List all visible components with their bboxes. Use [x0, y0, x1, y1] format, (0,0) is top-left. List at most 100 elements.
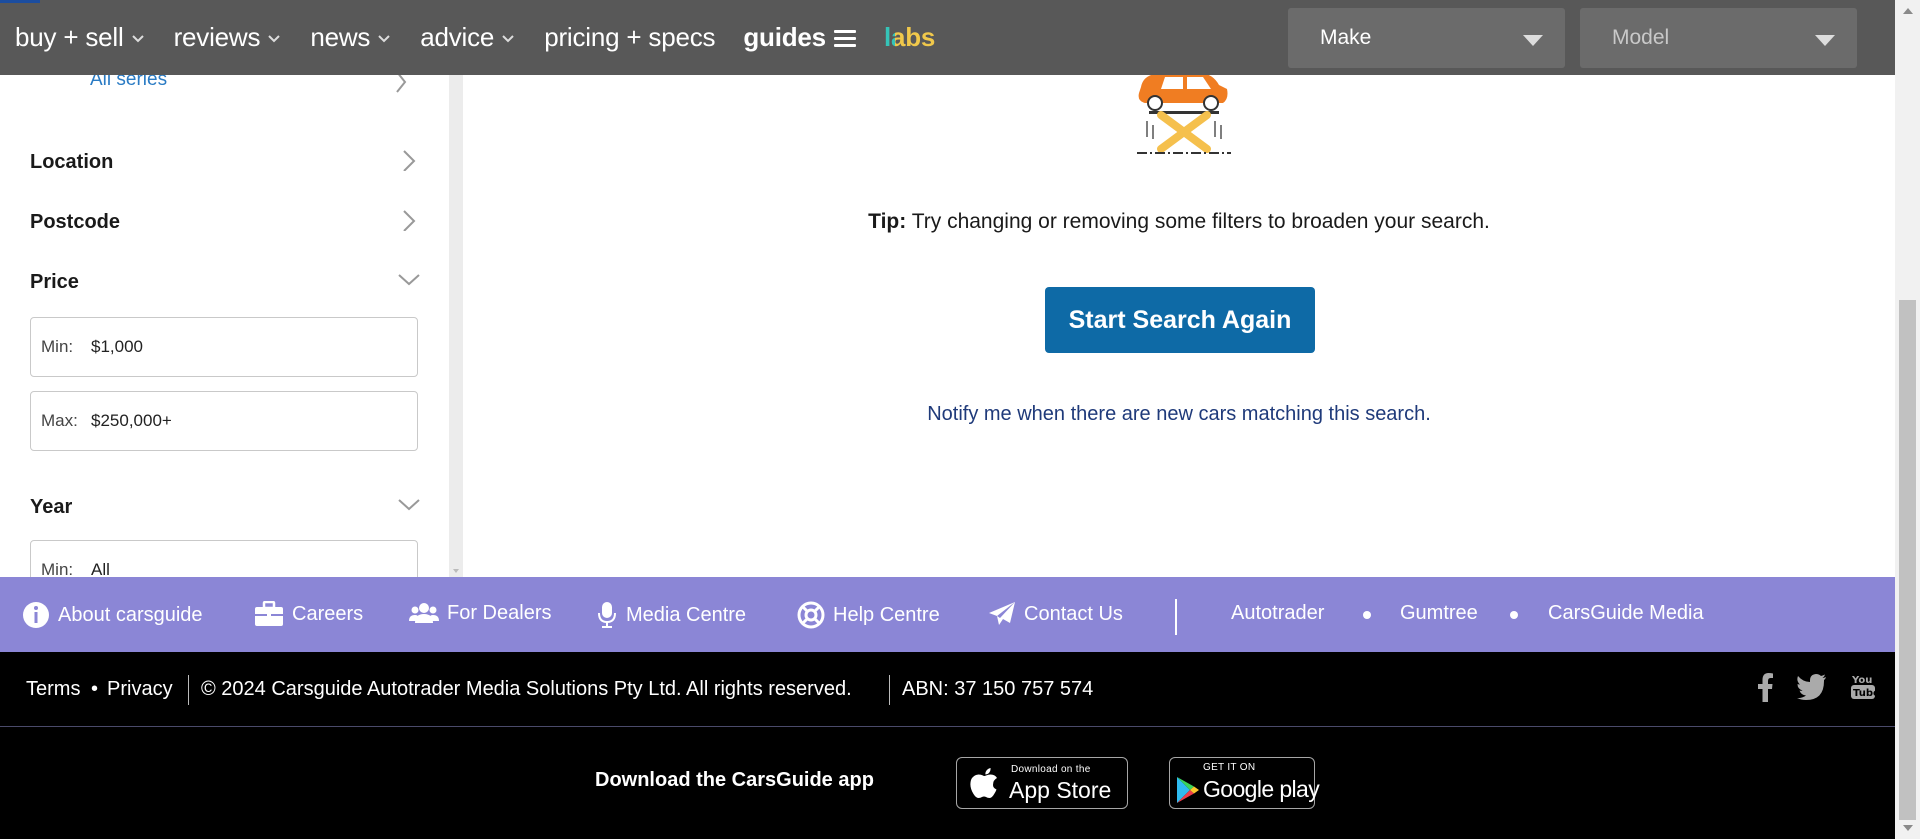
- price-max-field[interactable]: Max: $250,000+: [30, 391, 418, 451]
- chevron-down-icon: [268, 34, 281, 42]
- footer-link-label: Help Centre: [833, 603, 940, 626]
- footer-link-contact[interactable]: Contact Us: [988, 601, 1123, 627]
- labs-logo: labs: [883, 22, 936, 52]
- legal-bar: Terms • Privacy © 2024 Carsguide Autotra…: [0, 652, 1895, 727]
- microphone-icon: [598, 602, 616, 628]
- scroll-up-arrow[interactable]: [1903, 8, 1913, 14]
- nav-label: pricing + specs: [544, 22, 716, 52]
- tip-text: Try changing or removing some filters to…: [906, 210, 1490, 233]
- nav-label: news: [310, 22, 371, 52]
- field-value: All: [91, 560, 110, 577]
- footer-links-bar: About carsguide Careers For Dealers Medi…: [0, 577, 1895, 652]
- download-app-text: Download the CarsGuide app: [595, 769, 874, 791]
- sidebar-scrollbar[interactable]: [449, 75, 463, 577]
- app-store-small-text: Download on the: [1011, 764, 1091, 775]
- footer-link-about[interactable]: About carsguide: [22, 601, 203, 629]
- car-lift-illustration: [1137, 73, 1231, 154]
- chevron-down-icon: [398, 499, 420, 511]
- filter-location[interactable]: Location: [30, 150, 420, 174]
- footer-link-label: Media Centre: [626, 603, 747, 626]
- search-tip: Tip: Try changing or removing some filte…: [463, 210, 1895, 234]
- legal-divider: [889, 675, 890, 705]
- scroll-down-arrow[interactable]: [453, 569, 459, 573]
- field-label: Max:: [41, 411, 78, 430]
- active-tab-indicator: [0, 0, 40, 3]
- filter-label: Year: [30, 496, 73, 518]
- chevron-down-icon: [131, 34, 144, 42]
- nav-guides[interactable]: guides: [743, 22, 856, 53]
- social-links: You Tube: [1733, 672, 1875, 702]
- field-label: Min:: [41, 337, 74, 356]
- abn-text: ABN: 37 150 757 574: [902, 678, 1094, 700]
- apple-icon: [970, 768, 997, 798]
- dropdown-arrow-icon: [1523, 35, 1543, 46]
- terms-link[interactable]: Terms: [26, 678, 80, 701]
- page: buy + sell reviews news advice pricing +…: [0, 0, 1920, 839]
- scroll-down-arrow[interactable]: [1903, 825, 1913, 831]
- nav-reviews[interactable]: reviews: [174, 22, 283, 53]
- model-select[interactable]: Model: [1580, 8, 1857, 68]
- price-min-field[interactable]: Min: $1,000: [30, 317, 418, 377]
- chevron-down-icon: [502, 34, 514, 42]
- results-area: Tip: Try changing or removing some filte…: [463, 73, 1895, 577]
- year-min-field[interactable]: Min: All: [30, 540, 418, 577]
- lifebuoy-icon: [797, 601, 825, 629]
- nav-label: guides: [743, 22, 826, 52]
- page-scrollbar[interactable]: [1895, 0, 1920, 839]
- footer-link-label: For Dealers: [447, 601, 552, 624]
- scrollbar-thumb[interactable]: [1899, 300, 1916, 820]
- twitter-icon[interactable]: [1797, 674, 1827, 700]
- nav-news[interactable]: news: [310, 22, 392, 53]
- paper-plane-icon: [989, 602, 1015, 625]
- google-play-badge[interactable]: GET IT ON Google play: [1169, 757, 1320, 809]
- nav-labs[interactable]: labs: [884, 22, 935, 53]
- filter-price[interactable]: Price: [30, 271, 420, 294]
- youtube-icon[interactable]: You Tube: [1851, 672, 1875, 702]
- nav-label: buy + sell: [15, 22, 124, 52]
- svg-text:Tube: Tube: [1853, 688, 1875, 699]
- footer-link-dealers[interactable]: For Dealers: [409, 601, 551, 625]
- footer-link-media[interactable]: Media Centre: [596, 601, 746, 629]
- chevron-down-icon: [378, 34, 390, 42]
- nav-pricing-specs[interactable]: pricing + specs: [544, 22, 715, 53]
- nav-buy-sell[interactable]: buy + sell: [15, 22, 146, 53]
- nav-label: reviews: [173, 22, 261, 52]
- filter-label: Location: [30, 151, 114, 173]
- privacy-link[interactable]: Privacy: [107, 678, 173, 701]
- field-value: $250,000+: [91, 411, 172, 430]
- svg-text:You: You: [1851, 675, 1872, 686]
- partner-link-autotrader[interactable]: Autotrader: [1231, 602, 1324, 625]
- partner-link-gumtree[interactable]: Gumtree: [1400, 602, 1478, 625]
- filter-label: Postcode: [30, 211, 121, 233]
- make-select[interactable]: Make: [1288, 8, 1565, 68]
- filter-year[interactable]: Year: [30, 496, 420, 519]
- footer-link-label: About carsguide: [58, 603, 203, 626]
- partner-link-carsguide-media[interactable]: CarsGuide Media: [1548, 602, 1704, 625]
- dropdown-arrow-icon: [1815, 35, 1835, 46]
- app-store-badge[interactable]: Download on the App Store: [956, 757, 1128, 809]
- footer-link-careers[interactable]: Careers: [254, 601, 363, 627]
- bullet-separator: [1363, 611, 1371, 619]
- chevron-right-icon: [396, 75, 407, 93]
- info-icon: [23, 602, 49, 628]
- bullet-separator: •: [91, 678, 99, 700]
- footer-link-label: Contact Us: [1024, 602, 1123, 625]
- filter-postcode[interactable]: Postcode: [30, 210, 420, 234]
- model-select-label: Model: [1612, 26, 1670, 49]
- start-search-again-button[interactable]: Start Search Again: [1045, 287, 1315, 353]
- facebook-icon[interactable]: [1757, 672, 1773, 702]
- nav-advice[interactable]: advice: [420, 22, 516, 53]
- field-label: Min:: [41, 560, 74, 577]
- legal-divider: [188, 675, 189, 705]
- footer-link-help[interactable]: Help Centre: [797, 601, 940, 629]
- google-play-icon: [1177, 777, 1199, 803]
- make-select-label: Make: [1320, 26, 1372, 49]
- notify-new-cars-link[interactable]: Notify me when there are new cars matchi…: [463, 403, 1895, 426]
- bullet-separator: [1510, 611, 1518, 619]
- app-download-bar: Download the CarsGuide app Download on t…: [0, 727, 1895, 839]
- copyright-text: © 2024 Carsguide Autotrader Media Soluti…: [201, 678, 852, 700]
- all-series-link[interactable]: All series: [90, 75, 167, 91]
- hamburger-icon: [833, 29, 856, 47]
- filter-label: Price: [30, 271, 79, 293]
- app-store-big-text: App Store: [1009, 777, 1112, 803]
